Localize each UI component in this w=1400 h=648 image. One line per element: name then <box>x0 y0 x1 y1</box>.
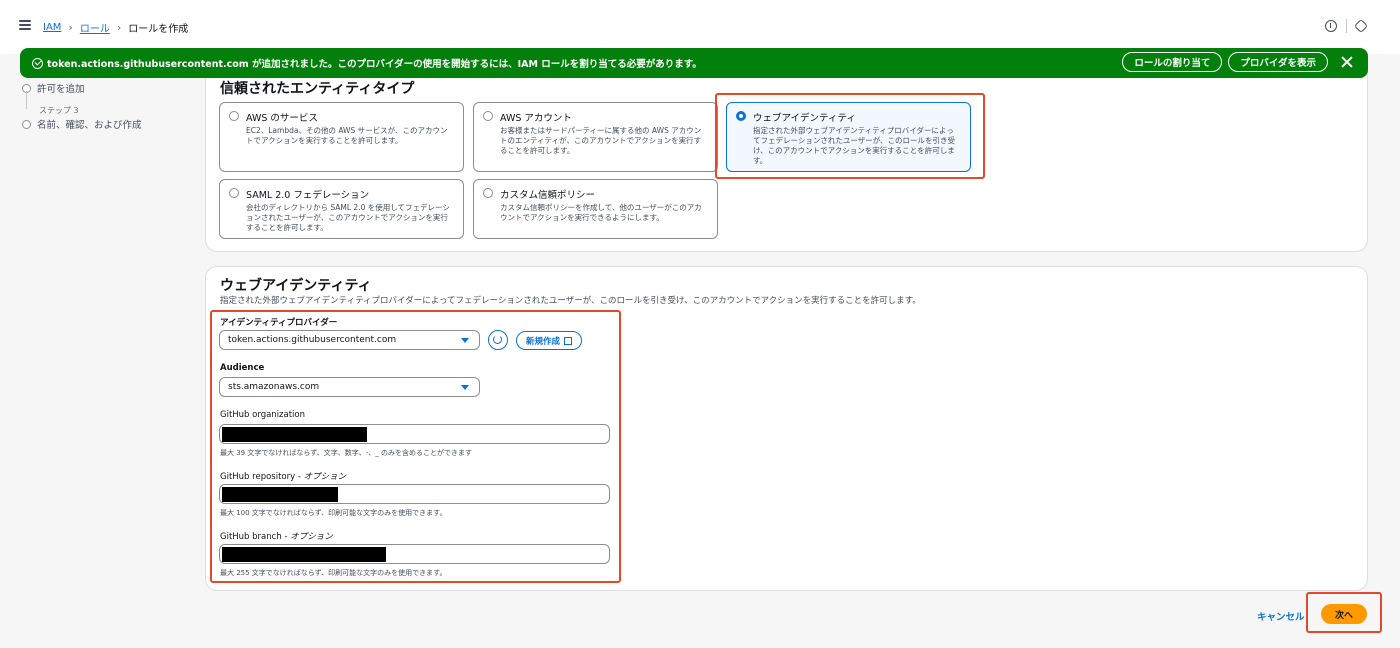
step-connector <box>26 91 27 109</box>
tile-web-identity[interactable]: ウェブアイデンティティ 指定された外部ウェブアイデンティティプロバイダーによって… <box>726 102 971 172</box>
cancel-button[interactable]: キャンセル <box>1257 609 1305 623</box>
assign-role-button[interactable]: ロールの割り当て <box>1122 52 1223 72</box>
breadcrumb-iam[interactable]: IAM <box>43 22 61 33</box>
identity-provider-select[interactable]: token.actions.githubusercontent.com <box>219 330 480 350</box>
step-circle-icon <box>22 119 31 129</box>
radio-custom-trust[interactable] <box>483 188 493 198</box>
tile-title: AWS のサービス <box>246 113 318 124</box>
github-org-input[interactable] <box>219 424 610 444</box>
flash-actions: ロールの割り当て プロバイダを表示 <box>1122 52 1354 72</box>
close-icon[interactable] <box>1340 55 1354 69</box>
breadcrumb-roles[interactable]: ロール <box>80 20 110 35</box>
check-circle-icon <box>32 57 43 69</box>
create-new-provider-button[interactable]: 新規作成 <box>516 331 583 350</box>
redacted-value <box>222 487 338 502</box>
github-branch-input[interactable] <box>219 544 610 564</box>
next-button[interactable]: 次へ <box>1321 604 1367 624</box>
github-branch-constraint: 最大 255 文字でなければならず、印刷可能な文字のみを使用できます。 <box>220 569 447 577</box>
tile-title: AWS アカウント <box>500 113 572 124</box>
optional-tag: オプション <box>290 532 333 542</box>
external-link-icon <box>564 336 573 345</box>
tile-desc: 指定された外部ウェブアイデンティティプロバイダーによってフェデレーションされたユ… <box>753 126 956 165</box>
tile-desc: お客様またはサードパーティーに属する他の AWS アカウントのエンティティが、こ… <box>500 126 702 155</box>
radio-web-identity[interactable] <box>736 111 746 121</box>
radio-saml[interactable] <box>229 188 239 198</box>
caret-down-icon <box>461 385 469 390</box>
refresh-icon <box>493 335 502 344</box>
audience-label: Audience <box>220 363 265 373</box>
step-label: 許可を追加 <box>37 84 85 95</box>
audience-select[interactable]: sts.amazonaws.com <box>219 377 480 397</box>
github-branch-label-text: GitHub branch <box>220 532 282 542</box>
menu-icon[interactable] <box>19 20 31 30</box>
tile-custom-trust-policy[interactable]: カスタム信頼ポリシー カスタム信頼ポリシーを作成して、他のユーザーがこのアカウン… <box>473 179 718 239</box>
breadcrumb-current: ロールを作成 <box>128 24 189 35</box>
identity-provider-value: token.actions.githubusercontent.com <box>228 335 397 345</box>
top-navigation: IAM › ロール › ロールを作成 <box>0 0 1400 54</box>
tile-title: カスタム信頼ポリシー <box>500 190 596 201</box>
success-flash-banner: token.actions.githubusercontent.com が追加さ… <box>20 48 1368 78</box>
optional-tag: オプション <box>303 472 347 482</box>
tile-title: ウェブアイデンティティ <box>753 113 856 124</box>
web-identity-title: ウェブアイデンティティ <box>220 278 372 294</box>
divider <box>1346 19 1347 33</box>
breadcrumb: IAM › ロール › ロールを作成 <box>43 20 188 35</box>
step-number: ステップ 3 <box>39 106 79 115</box>
tile-desc: EC2、Lambda、その他の AWS サービスが、このアカウントでアクションを… <box>246 126 448 145</box>
refresh-button[interactable] <box>488 330 508 350</box>
web-identity-description: 指定された外部ウェブアイデンティティプロバイダーによってフェデレーションされたユ… <box>220 296 921 306</box>
github-repo-input[interactable] <box>219 484 610 504</box>
top-right-tools <box>1325 18 1369 34</box>
trusted-entity-title: 信頼されたエンティティタイプ <box>220 81 415 97</box>
tile-saml-federation[interactable]: SAML 2.0 フェデレーション 会社のディレクトリから SAML 2.0 を… <box>219 179 464 239</box>
redacted-value <box>222 427 367 442</box>
chevron-right-icon: › <box>68 21 73 34</box>
tile-aws-account[interactable]: AWS アカウント お客様またはサードパーティーに属する他の AWS アカウント… <box>473 102 718 172</box>
github-repo-constraint: 最大 100 文字でなければならず、印刷可能な文字のみを使用できます。 <box>220 509 447 517</box>
chevron-right-icon: › <box>116 21 122 34</box>
github-repo-label: GitHub repository - オプション <box>220 472 347 482</box>
redacted-value <box>222 547 386 562</box>
github-org-constraint: 最大 39 文字でなければならず、文字、数字、-、_ のみを含めることができます <box>220 449 472 457</box>
step-label: 名前、確認、および作成 <box>37 120 142 131</box>
github-repo-label-text: GitHub repository <box>220 472 296 482</box>
caret-down-icon <box>461 338 469 343</box>
step-add-permissions[interactable]: 許可を追加 <box>22 81 85 95</box>
radio-aws-service[interactable] <box>229 111 239 121</box>
tile-desc: カスタム信頼ポリシーを作成して、他のユーザーがこのアカウントでアクションを実行で… <box>500 203 702 222</box>
github-branch-label: GitHub branch - オプション <box>220 532 333 542</box>
audience-value: sts.amazonaws.com <box>228 382 320 392</box>
radio-aws-account[interactable] <box>483 111 493 121</box>
view-provider-button[interactable]: プロバイダを表示 <box>1228 52 1328 72</box>
tile-aws-service[interactable]: AWS のサービス EC2、Lambda、その他の AWS サービスが、このアカ… <box>219 102 464 172</box>
tile-title: SAML 2.0 フェデレーション <box>246 190 370 201</box>
step-review-create[interactable]: 名前、確認、および作成 <box>22 117 142 131</box>
tile-desc: 会社のディレクトリから SAML 2.0 を使用してフェデレーションされたユーザ… <box>246 203 450 232</box>
settings-icon[interactable] <box>1353 18 1369 34</box>
info-icon[interactable] <box>1325 20 1337 32</box>
github-org-label: GitHub organization <box>220 410 306 420</box>
identity-provider-label: アイデンティティプロバイダー <box>220 318 338 328</box>
flash-message: token.actions.githubusercontent.com が追加さ… <box>47 59 702 70</box>
create-new-label: 新規作成 <box>526 336 561 347</box>
